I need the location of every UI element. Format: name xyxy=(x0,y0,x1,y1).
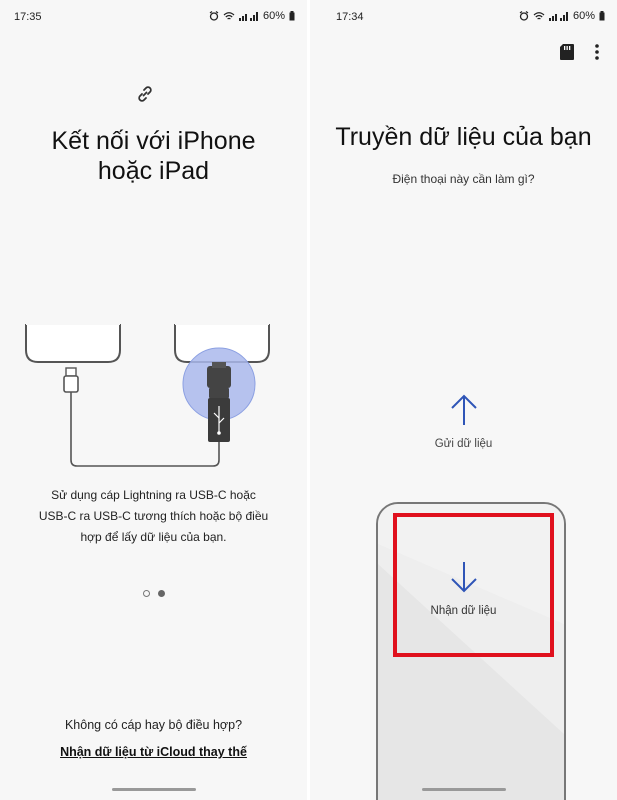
top-actions xyxy=(559,43,599,61)
no-cable-question: Không có cáp hay bộ điều hợp? xyxy=(64,718,243,732)
status-icons: 60% xyxy=(209,10,295,22)
cable-illustration xyxy=(25,322,270,467)
status-bar: 17:34 60% xyxy=(310,0,617,34)
wifi-icon xyxy=(223,12,235,20)
instruction-text: Sử dụng cáp Lightning ra USB-C hoặc USB-… xyxy=(20,485,287,548)
usb-c-adapter xyxy=(207,362,231,442)
signal-icon xyxy=(238,12,258,21)
alarm-icon xyxy=(519,11,529,21)
page-dot-2[interactable] xyxy=(157,590,165,597)
instruction-line-1: Sử dụng cáp Lightning ra USB-C hoặc xyxy=(51,488,256,502)
left-screen: 17:35 60% Kết nối với iPhone hoặc iPad S… xyxy=(0,0,307,800)
battery-icon xyxy=(599,11,605,21)
instruction-line-2: USB-C ra USB-C tương thích hoặc bộ điều xyxy=(38,509,269,523)
page-title: Truyền dữ liệu của bạn xyxy=(335,123,592,151)
home-indicator xyxy=(421,788,506,791)
send-data-button[interactable]: Gửi dữ liệu xyxy=(310,393,617,450)
status-time: 17:35 xyxy=(14,11,42,23)
battery-icon xyxy=(289,11,295,21)
battery-percent: 60% xyxy=(262,10,285,22)
wifi-icon xyxy=(533,12,545,20)
page-subtitle: Điện thoại này cần làm gì? xyxy=(392,172,535,186)
page-title: Kết nối với iPhone hoặc iPad xyxy=(0,126,307,186)
send-data-label: Gửi dữ liệu xyxy=(434,438,493,450)
lightning-connector xyxy=(63,367,79,393)
sd-card-icon[interactable] xyxy=(559,43,575,61)
more-vertical-icon[interactable] xyxy=(595,44,599,60)
battery-percent: 60% xyxy=(572,10,595,22)
home-indicator xyxy=(111,788,196,791)
status-icons: 60% xyxy=(519,10,605,22)
status-bar: 17:35 60% xyxy=(0,0,307,34)
alarm-icon xyxy=(209,11,219,21)
status-time: 17:34 xyxy=(336,11,364,23)
signal-icon xyxy=(548,12,568,21)
right-screen: 17:34 60% Truyền dữ liệu của bạn Điện th… xyxy=(310,0,617,800)
iphone-device xyxy=(25,324,121,363)
highlight-box xyxy=(393,513,554,657)
page-dot-1[interactable] xyxy=(142,590,150,597)
instruction-line-3: hợp để lấy dữ liệu của bạn. xyxy=(80,530,227,544)
page-title-line-2: hoặc iPad xyxy=(97,157,210,185)
arrow-up-icon xyxy=(450,394,477,425)
icloud-link[interactable]: Nhận dữ liệu từ iCloud thay thế xyxy=(0,745,307,759)
link-icon xyxy=(138,86,152,102)
page-title-line-1: Kết nối với iPhone xyxy=(51,127,256,155)
page-indicator xyxy=(0,590,307,597)
